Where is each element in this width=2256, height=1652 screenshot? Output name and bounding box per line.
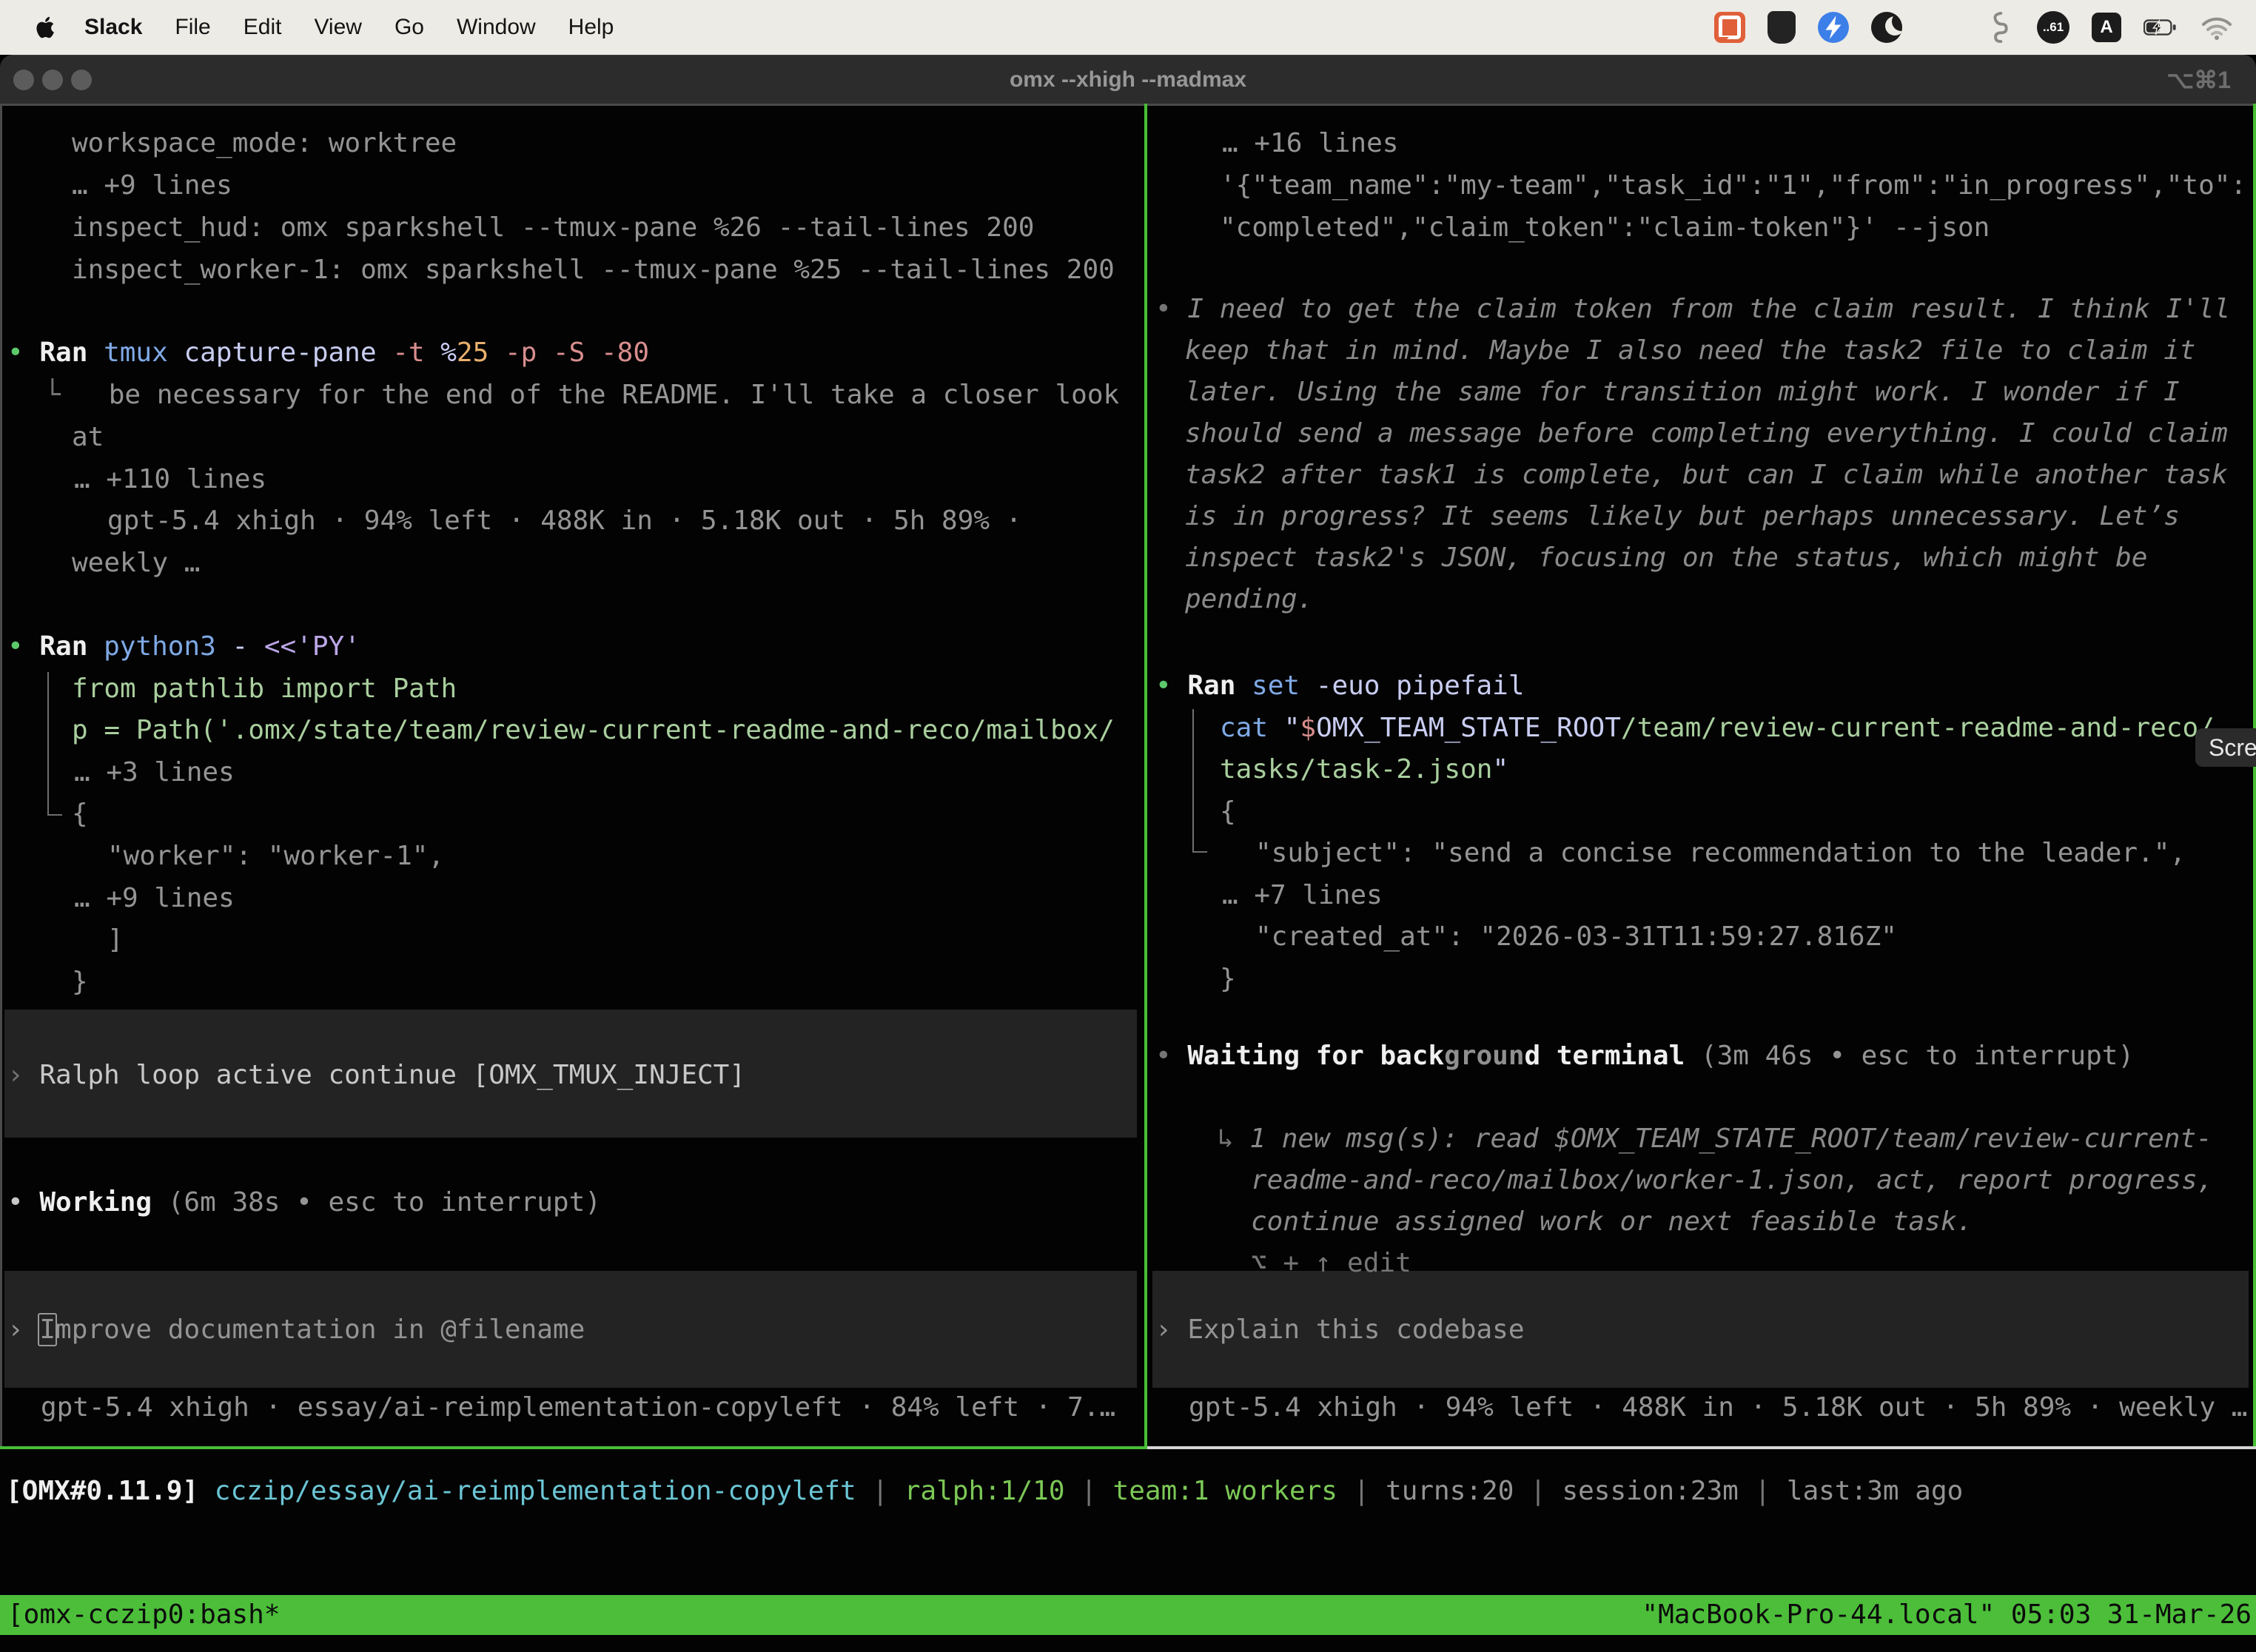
terminal-line: inspect_hud: omx sparkshell --tmux-pane … (72, 206, 1034, 249)
terminal-line: workspace_mode: worktree (72, 122, 457, 164)
terminal-line: pending. (1185, 578, 1313, 620)
terminal-line: … +3 lines (74, 751, 235, 793)
terminal-line: … +9 lines (74, 877, 235, 919)
terminal-line: … +16 lines (1222, 122, 1398, 164)
thinking-text: • I need to get the claim token from the… (1155, 288, 2230, 330)
menu-go[interactable]: Go (395, 15, 424, 40)
terminal-line: "worker": "worker-1", (107, 835, 444, 877)
terminal-content: workspace_mode: worktree… +9 linesinspec… (0, 104, 2256, 1652)
hook-icon[interactable] (1981, 10, 2015, 44)
input-source-icon[interactable]: A (2092, 13, 2121, 42)
terminal-line: later. Using the same for transition mig… (1185, 371, 2180, 413)
terminal-line: from pathlib import Path (72, 668, 457, 710)
menu-slack[interactable]: Slack (84, 15, 142, 40)
terminal-line: keep that in mind. Maybe I also need the… (1185, 329, 2195, 372)
text-cursor: I (38, 1313, 57, 1346)
terminal-line: "subject": "send a concise recommendatio… (1255, 832, 2186, 874)
terminal-line: └ be necessary for the end of the README… (44, 374, 1119, 416)
terminal-line: readme-and-reco/mailbox/worker-1.json, a… (1251, 1159, 2213, 1201)
menu-window[interactable]: Window (457, 15, 536, 40)
working-status: • Working (6m 38s • esc to interrupt) (7, 1181, 601, 1223)
pane-divider[interactable] (1144, 104, 1147, 1449)
tmux-status-bar: [omx-cczip0:bash* "MacBook-Pro-44.local"… (0, 1595, 2256, 1635)
window-title: omx --xhigh --madmax (0, 56, 2256, 104)
blue-bolt-icon[interactable] (1818, 12, 1849, 43)
hook-glyph-icon (1985, 11, 2010, 44)
menubar-status-icons: ..61 A (1714, 0, 2234, 55)
terminal-line: { (72, 793, 88, 835)
terminal-line: … +7 lines (1222, 874, 1383, 916)
composer-placeholder[interactable]: › Improve documentation in @filename (7, 1309, 585, 1351)
terminal-line: "created_at": "2026-03-31T11:59:27.816Z" (1255, 916, 1897, 958)
waiting-status: • Waiting for background terminal (3m 46… (1155, 1035, 2134, 1077)
tmux-host-clock-label: "MacBook-Pro-44.local" 05:03 31-Mar-26 (1642, 1595, 2252, 1635)
apple-logo-icon (36, 16, 55, 38)
ran-python-command: • Ran python3 - <<'PY' (7, 625, 360, 668)
tmux-session-label[interactable]: [omx-cczip0:bash* (7, 1595, 280, 1635)
terminal-line: inspect task2's JSON, focusing on the st… (1185, 537, 2147, 579)
terminal-line: … +110 lines (74, 458, 266, 500)
input-source-label: A (2100, 17, 2112, 38)
edit-hint: ⌥ + ↑ edit (1251, 1242, 1411, 1284)
terminal-line: "completed","claim_token":"claim-token"}… (1220, 206, 1990, 249)
menu-view[interactable]: View (314, 15, 361, 40)
session-status-line: gpt-5.4 xhigh · 94% left · 488K in · 5.1… (1189, 1386, 2247, 1428)
ran-tmux-command: • Ran tmux capture-pane -t %25 -p -S -80 (7, 332, 649, 374)
output-connector (1192, 709, 1207, 853)
right-terminal-pane[interactable]: … +16 lines'{"team_name":"my-team","task… (1148, 104, 2256, 1449)
wifi-glyph-icon (2200, 15, 2233, 40)
menu-edit[interactable]: Edit (244, 15, 282, 40)
menu-item-list: Slack File Edit View Go Window Help (84, 15, 614, 40)
terminal-line: inspect_worker-1: omx sparkshell --tmux-… (72, 249, 1115, 291)
left-terminal-pane[interactable]: workspace_mode: worktree… +9 linesinspec… (0, 104, 1144, 1449)
window-shortcut-hint: ⌥⌘1 (2166, 56, 2231, 104)
battery-glyph-icon (2143, 18, 2178, 37)
crescent-icon[interactable] (1871, 12, 1902, 43)
grid-shield-icon[interactable] (1767, 11, 1796, 44)
chat-app-icon[interactable] (1714, 12, 1745, 43)
window-title-bar[interactable]: omx --xhigh --madmax ⌥⌘1 (0, 55, 2256, 104)
terminal-line: } (1220, 958, 1236, 1000)
output-connector (47, 672, 62, 816)
dots-grid-icon[interactable] (1924, 10, 1958, 44)
terminal-line: task2 after task1 is complete, but can I… (1185, 454, 2228, 496)
ralph-loop-status: › Ralph loop active continue [OMX_TMUX_I… (7, 1054, 745, 1096)
bolt-glyph-icon (1818, 12, 1849, 43)
omx-status-line: [OMX#0.11.9] cczip/essay/ai-reimplementa… (6, 1470, 1963, 1512)
desktop-screen: Slack File Edit View Go Window Help ..61 A (0, 0, 2256, 1652)
terminal-line: is in progress? It seems likely but perh… (1185, 495, 2180, 537)
terminal-line: should send a message before completing … (1185, 412, 2228, 454)
tooltip-label: Scre (2209, 734, 2256, 761)
apple-menu-icon[interactable] (36, 16, 55, 38)
badge-61-label: ..61 (2043, 20, 2064, 35)
menu-file[interactable]: File (175, 15, 210, 40)
terminal-line: weekly … (72, 542, 200, 584)
terminal-line: tasks/task-2.json" (1220, 748, 1508, 790)
terminal-line: … +9 lines (72, 164, 232, 206)
menu-help[interactable]: Help (568, 15, 614, 40)
terminal-line: '{"team_name":"my-team","task_id":"1","f… (1220, 164, 2246, 206)
terminal-line: continue assigned work or next feasible … (1251, 1201, 1973, 1243)
new-message-note: ↳ 1 new msg(s): read $OMX_TEAM_STATE_ROO… (1218, 1118, 2212, 1160)
terminal-line: } (72, 961, 88, 1003)
menu-bar: Slack File Edit View Go Window Help ..61 A (0, 0, 2256, 55)
terminal-line: p = Path('.omx/state/team/review-current… (72, 709, 1115, 751)
screen-share-tooltip: Scre (2195, 728, 2256, 767)
composer-placeholder[interactable]: › Explain this codebase (1155, 1309, 1525, 1351)
badge-61-icon[interactable]: ..61 (2037, 11, 2069, 44)
ran-set-command: • Ran set -euo pipefail (1155, 665, 1525, 707)
terminal-line: ] (107, 919, 124, 961)
battery-icon[interactable] (2143, 10, 2178, 44)
terminal-line: gpt-5.4 xhigh · 94% left · 488K in · 5.1… (107, 500, 1021, 542)
session-status-line: gpt-5.4 xhigh · essay/ai-reimplementatio… (41, 1386, 1115, 1428)
terminal-line: at (72, 416, 104, 458)
terminal-line: { (1220, 790, 1236, 833)
terminal-line: cat "$OMX_TEAM_STATE_ROOT/team/review-cu… (1220, 707, 2215, 749)
wifi-icon[interactable] (2200, 10, 2234, 44)
